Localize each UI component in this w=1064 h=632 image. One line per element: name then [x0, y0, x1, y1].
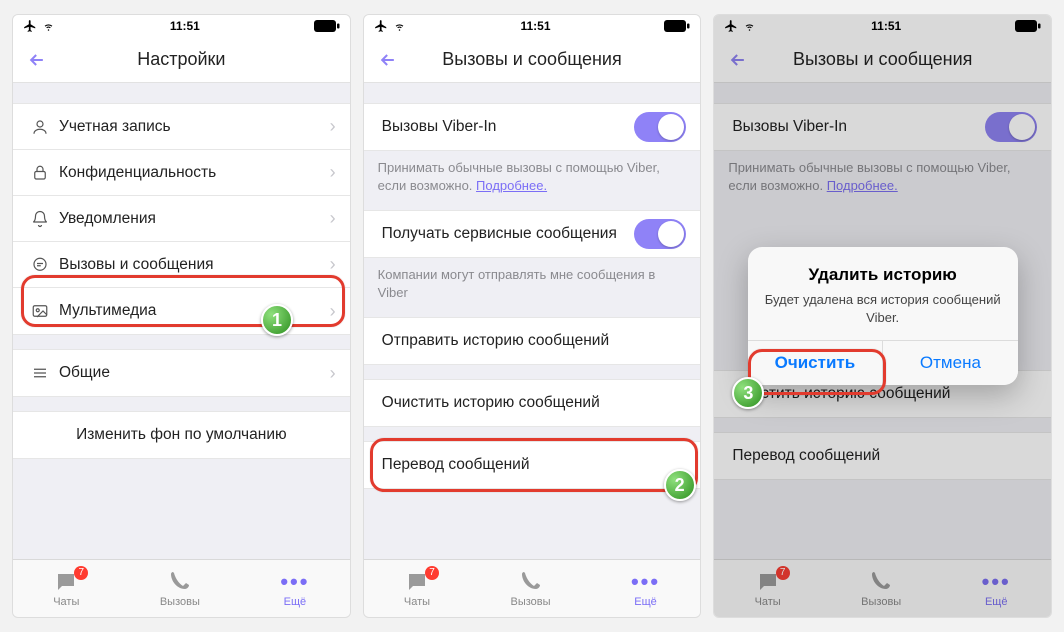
chat-icon: [27, 256, 53, 274]
alert-dialog: Удалить историю Будет удалена вся истори…: [714, 15, 1051, 617]
screenshot-settings: 11:51 Настройки Учетная запись ›: [12, 14, 351, 618]
row-label: Получать сервисные сообщения: [378, 215, 635, 253]
chevron-right-icon: ›: [330, 363, 336, 384]
row-label: Уведомления: [53, 200, 330, 238]
chevron-right-icon: ›: [330, 208, 336, 229]
switch-on-icon[interactable]: [634, 219, 686, 249]
settings-item-privacy[interactable]: Конфиденциальность ›: [13, 150, 350, 196]
row-clear-history[interactable]: Очистить историю сообщений: [364, 380, 701, 426]
tab-calls[interactable]: Вызовы: [160, 570, 200, 608]
page-title: Вызовы и сообщения: [442, 49, 621, 70]
clock: 11:51: [520, 19, 550, 33]
lock-icon: [27, 164, 53, 182]
step-badge: 2: [664, 469, 696, 501]
media-icon: [27, 302, 53, 320]
settings-item-media[interactable]: Мультимедиа ›: [13, 288, 350, 334]
alert-cancel-button[interactable]: Отмена: [882, 341, 1018, 385]
back-button[interactable]: [21, 37, 53, 82]
phone-icon: [168, 570, 192, 594]
row-label: Вызовы и сообщения: [53, 246, 330, 284]
navbar: Настройки: [13, 37, 350, 83]
row-label: Изменить фон по умолчанию: [76, 416, 287, 454]
more-icon: •••: [280, 570, 309, 594]
service-description: Компании могут отправлять мне сообщения …: [364, 258, 701, 303]
status-bar: 11:51: [364, 15, 701, 37]
person-icon: [27, 118, 53, 136]
settings-item-calls-messages[interactable]: Вызовы и сообщения ›: [13, 242, 350, 288]
settings-item-general[interactable]: Общие ›: [13, 350, 350, 396]
navbar: Вызовы и сообщения: [364, 37, 701, 83]
row-label: Вызовы Viber-In: [378, 108, 635, 146]
tab-more[interactable]: ••• Ещё: [631, 570, 660, 608]
tab-bar: 7 Чаты Вызовы ••• Ещё: [364, 559, 701, 617]
screenshot-alert: 11:51 Вызовы и сообщения Вызовы Viber-In…: [713, 14, 1052, 618]
tab-calls[interactable]: Вызовы: [511, 570, 551, 608]
row-label: Конфиденциальность: [53, 154, 330, 192]
tab-label: Чаты: [53, 596, 79, 608]
chevron-right-icon: ›: [330, 162, 336, 183]
phone-icon: [519, 570, 543, 594]
tab-more[interactable]: ••• Ещё: [280, 570, 309, 608]
tab-chats[interactable]: 7 Чаты: [53, 570, 79, 608]
chevron-right-icon: ›: [330, 301, 336, 322]
page-title: Настройки: [137, 49, 225, 70]
tab-label: Вызовы: [160, 596, 200, 608]
switch-on-icon[interactable]: [634, 112, 686, 142]
unread-badge: 7: [74, 566, 88, 580]
chats-icon: 7: [404, 570, 430, 594]
airplane-icon: [374, 19, 388, 33]
unread-badge: 7: [425, 566, 439, 580]
screenshot-calls-messages: 11:51 Вызовы и сообщения Вызовы Viber-In…: [363, 14, 702, 618]
chevron-right-icon: ›: [330, 254, 336, 275]
bell-icon: [27, 210, 53, 228]
row-label: Отправить историю сообщений: [378, 322, 687, 360]
alert-title: Удалить историю: [764, 265, 1002, 285]
chats-icon: 7: [53, 570, 79, 594]
step-badge: 1: [261, 304, 293, 336]
row-label: Общие: [53, 354, 330, 392]
status-bar: 11:51: [13, 15, 350, 37]
row-label: Учетная запись: [53, 108, 330, 146]
clock: 11:51: [170, 19, 200, 33]
toggle-service-messages[interactable]: Получать сервисные сообщения: [364, 211, 701, 257]
alert-message: Будет удалена вся история сообщений Vibe…: [764, 291, 1002, 326]
learn-more-link[interactable]: Подробнее.: [476, 178, 547, 193]
tab-bar: 7 Чаты Вызовы ••• Ещё: [13, 559, 350, 617]
settings-item-notifications[interactable]: Уведомления ›: [13, 196, 350, 242]
alert-confirm-button[interactable]: Очистить: [748, 341, 883, 385]
toggle-viber-in[interactable]: Вызовы Viber-In: [364, 104, 701, 150]
wifi-icon: [392, 20, 407, 32]
airplane-icon: [23, 19, 37, 33]
tab-label: Ещё: [634, 596, 657, 608]
wifi-icon: [41, 20, 56, 32]
row-translate[interactable]: Перевод сообщений: [364, 442, 701, 488]
tab-label: Вызовы: [511, 596, 551, 608]
tab-chats[interactable]: 7 Чаты: [404, 570, 430, 608]
settings-item-change-bg[interactable]: Изменить фон по умолчанию: [13, 412, 350, 458]
back-button[interactable]: [372, 37, 404, 82]
row-send-history[interactable]: Отправить историю сообщений: [364, 318, 701, 364]
chevron-right-icon: ›: [330, 116, 336, 137]
row-label: Очистить историю сообщений: [378, 384, 687, 422]
viber-in-description: Принимать обычные вызовы с помощью Viber…: [364, 151, 701, 196]
battery-icon: [664, 20, 690, 32]
battery-icon: [314, 20, 340, 32]
settings-item-account[interactable]: Учетная запись ›: [13, 104, 350, 150]
more-icon: •••: [631, 570, 660, 594]
row-label: Перевод сообщений: [378, 446, 687, 484]
tab-label: Ещё: [284, 596, 307, 608]
list-icon: [27, 364, 53, 382]
tab-label: Чаты: [404, 596, 430, 608]
